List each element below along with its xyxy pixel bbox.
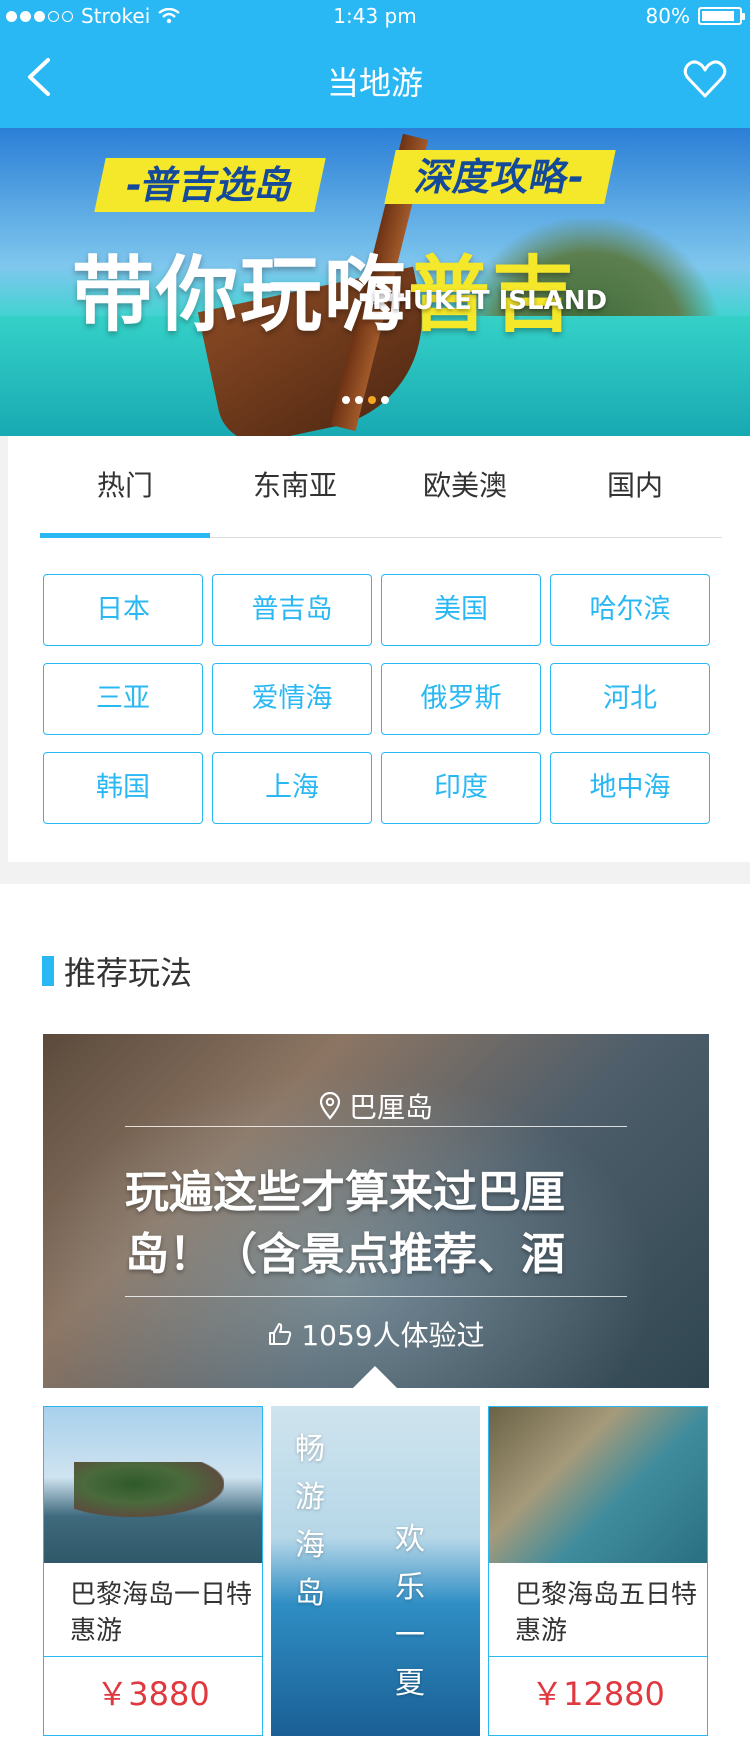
product-card[interactable]: 巴黎海岛五日特惠游 ￥12880 bbox=[488, 1406, 708, 1736]
destination-tag[interactable]: 地中海 bbox=[550, 752, 710, 824]
product-price: ￥3880 bbox=[96, 1675, 210, 1713]
tab-3[interactable]: 国内 bbox=[550, 436, 720, 537]
promo-text-1: 畅游海岛 bbox=[295, 1432, 325, 1611]
carousel-dot[interactable] bbox=[342, 396, 350, 404]
status-bar: Strokei 1:43 pm 80% bbox=[0, 0, 750, 36]
carousel-dot[interactable] bbox=[355, 396, 363, 404]
destination-tag[interactable]: 哈尔滨 bbox=[550, 574, 710, 646]
product-name: 巴黎海岛一日特惠游 bbox=[44, 1563, 262, 1657]
banner-ribbon-right: 深度攻略- bbox=[384, 150, 616, 204]
banner-carousel[interactable]: -普吉选岛 深度攻略- 带你玩嗨普吉 PHUKET ISLAND bbox=[0, 128, 750, 436]
page-title: 当地游 bbox=[326, 64, 423, 102]
destination-tag[interactable]: 普吉岛 bbox=[212, 574, 372, 646]
battery-icon bbox=[698, 7, 745, 25]
hero-location: 巴厘岛 bbox=[43, 1086, 709, 1126]
destination-panel: 热门 东南亚 欧美澳 国内 日本 普吉岛 美国 哈尔滨三亚 爱情海 俄罗斯 河北韩国 上海 印度 地中海 bbox=[8, 436, 750, 862]
thumbs-up-icon bbox=[269, 1323, 292, 1345]
favorite-button[interactable] bbox=[682, 56, 728, 102]
product-price: ￥12880 bbox=[531, 1675, 665, 1713]
hero-count-label: 1059人体验过 bbox=[301, 1319, 485, 1352]
location-pin-icon bbox=[319, 1092, 341, 1120]
destination-tag[interactable]: 三亚 bbox=[43, 663, 203, 735]
destination-tag[interactable]: 韩国 bbox=[43, 752, 203, 824]
region-tabs: 热门 东南亚 欧美澳 国内 bbox=[40, 436, 722, 538]
heading-accent-bar bbox=[42, 956, 54, 986]
featured-guide-card[interactable]: 巴厘岛 玩遍这些才算来过巴厘岛！（含景点推荐、酒 1059人体验过 bbox=[43, 1034, 709, 1388]
section-heading: 推荐玩法 bbox=[42, 948, 192, 994]
product-card[interactable]: 巴黎海岛一日特惠游 ￥3880 bbox=[43, 1406, 263, 1736]
carousel-indicators[interactable] bbox=[342, 396, 389, 404]
destination-tag[interactable]: 印度 bbox=[381, 752, 541, 824]
banner-ribbon-left: -普吉选岛 bbox=[94, 158, 326, 212]
product-cards: 巴黎海岛一日特惠游 ￥3880 畅游海岛 欢乐一夏 巴黎海岛五日特惠游 ￥128… bbox=[43, 1406, 709, 1736]
destination-tag[interactable]: 河北 bbox=[550, 663, 710, 735]
destination-tags: 日本 普吉岛 美国 哈尔滨三亚 爱情海 俄罗斯 河北韩国 上海 印度 地中海 bbox=[43, 574, 710, 824]
destination-tag[interactable]: 爱情海 bbox=[212, 663, 372, 735]
product-image bbox=[44, 1407, 262, 1563]
destination-tag[interactable]: 俄罗斯 bbox=[381, 663, 541, 735]
section-heading-label: 推荐玩法 bbox=[64, 954, 193, 992]
recommend-section: 推荐玩法 巴厘岛 玩遍这些才算来过巴厘岛！（含景点推荐、酒 1059人体验过 巴… bbox=[0, 884, 750, 1758]
top-bar: Strokei 1:43 pm 80% 当地游 bbox=[0, 0, 750, 128]
carousel-dot[interactable] bbox=[368, 396, 376, 404]
clock: 1:43 pm bbox=[333, 4, 417, 28]
hero-title: 玩遍这些才算来过巴厘岛！（含景点推荐、酒 bbox=[125, 1167, 565, 1280]
hero-location-label: 巴厘岛 bbox=[348, 1091, 433, 1124]
battery-percent: 80% bbox=[645, 4, 690, 28]
carousel-dot[interactable] bbox=[381, 396, 389, 404]
product-image bbox=[489, 1407, 707, 1563]
promo-banner[interactable]: 畅游海岛 欢乐一夏 bbox=[271, 1406, 480, 1736]
hero-divider-top bbox=[125, 1126, 627, 1127]
promo-text-2: 欢乐一夏 bbox=[395, 1522, 425, 1701]
tab-1[interactable]: 东南亚 bbox=[210, 436, 380, 537]
banner-headline-white: 带你玩嗨 bbox=[72, 248, 409, 343]
destination-tag[interactable]: 上海 bbox=[212, 752, 372, 824]
banner-subtitle: PHUKET ISLAND bbox=[372, 286, 608, 316]
product-name: 巴黎海岛五日特惠游 bbox=[489, 1563, 707, 1657]
destination-tag[interactable]: 美国 bbox=[381, 574, 541, 646]
hero-divider-bottom bbox=[125, 1296, 627, 1297]
hero-experience-count: 1059人体验过 bbox=[43, 1314, 709, 1354]
tab-2[interactable]: 欧美澳 bbox=[380, 436, 550, 537]
tab-0[interactable]: 热门 bbox=[40, 436, 210, 538]
destination-tag[interactable]: 日本 bbox=[43, 574, 203, 646]
